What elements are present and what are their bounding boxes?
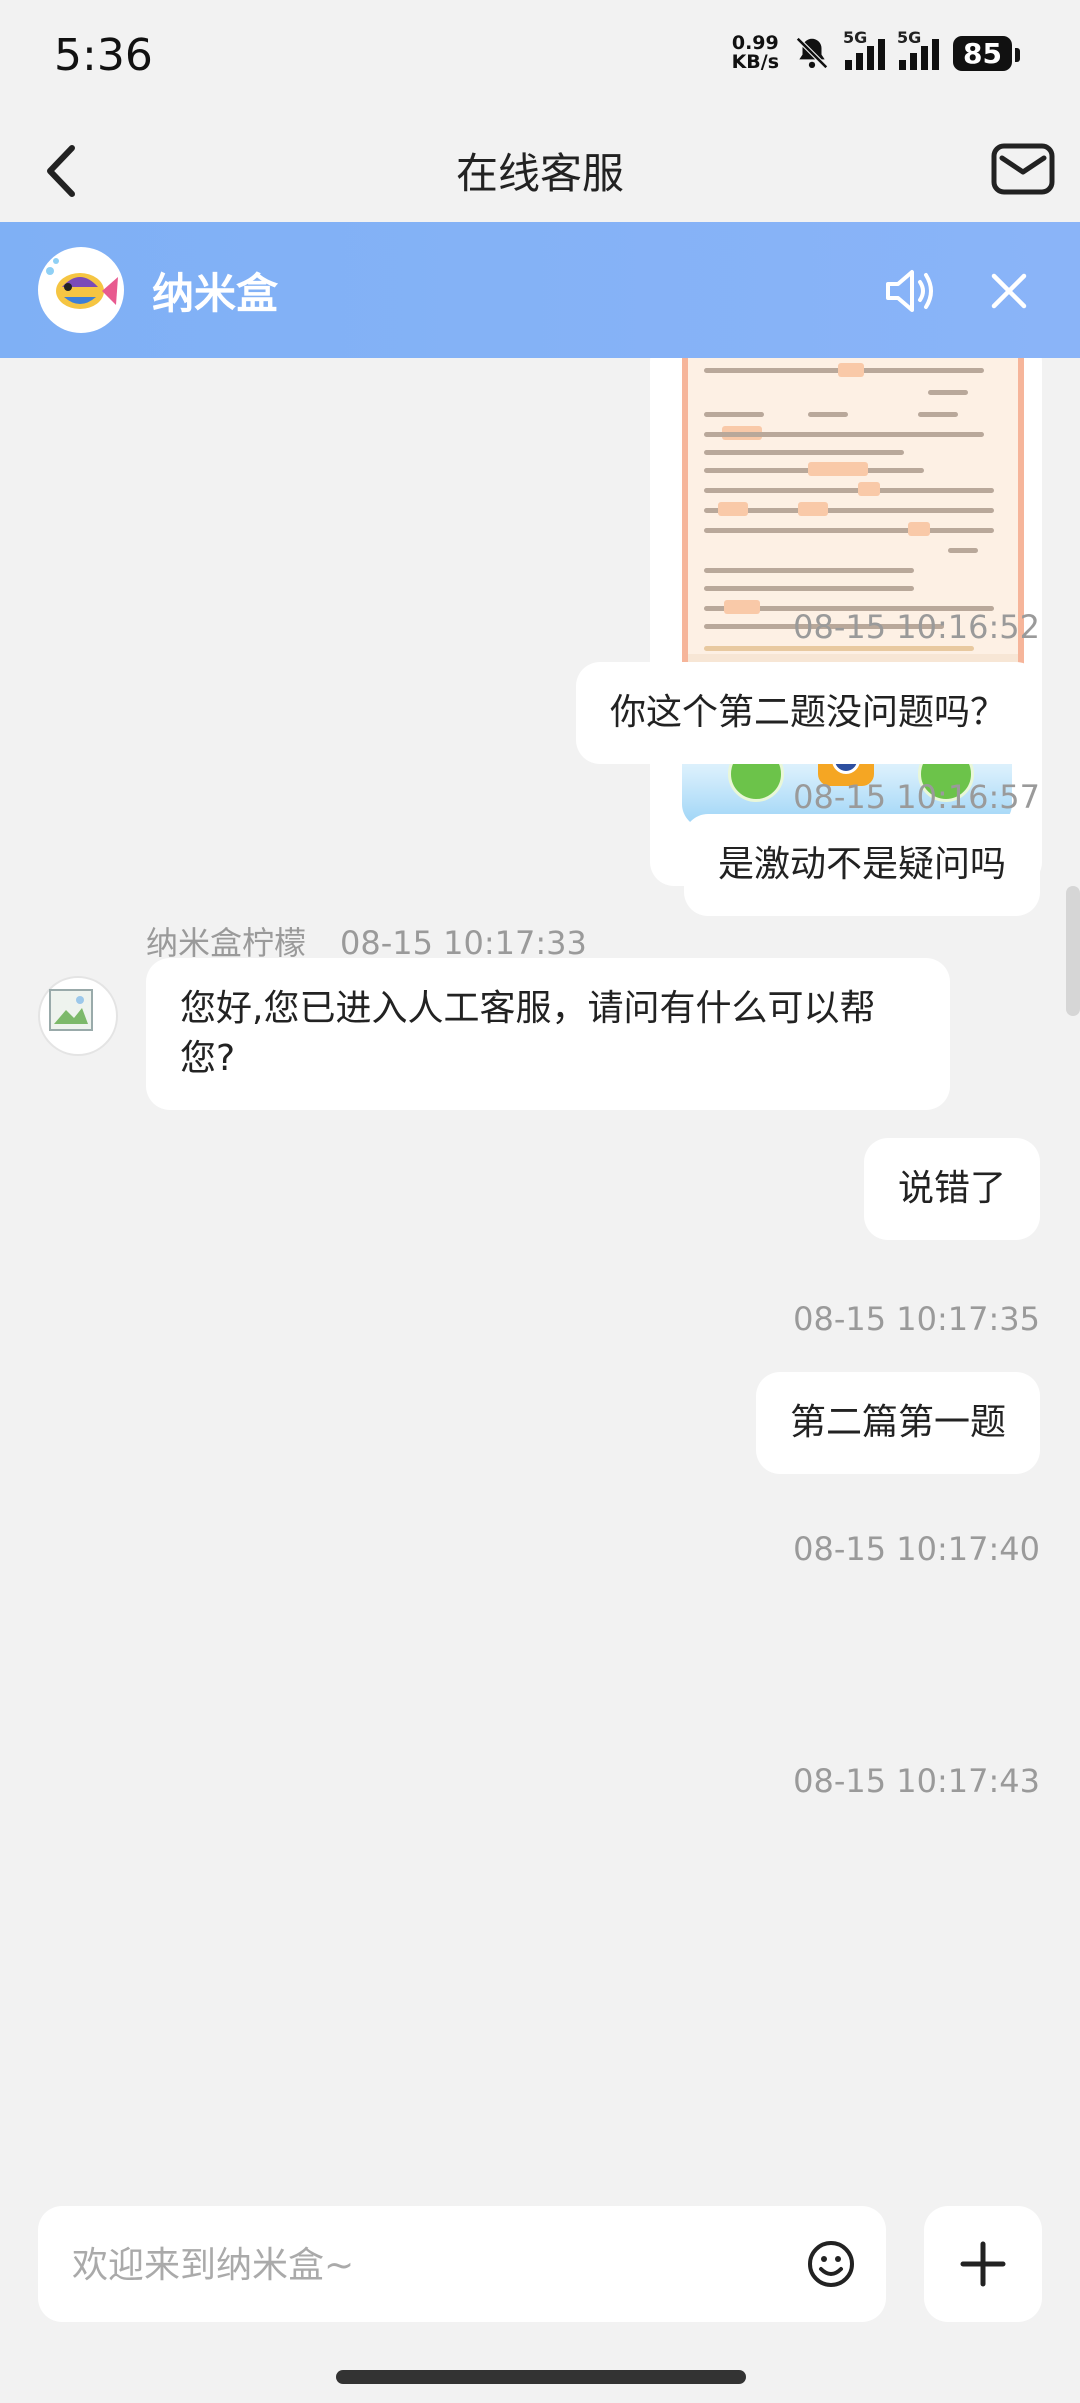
more-options-button[interactable] bbox=[924, 2206, 1042, 2322]
brand-banner: 纳米盒 bbox=[0, 222, 1080, 358]
outgoing-message[interactable]: 是激动不是疑问吗 bbox=[683, 814, 1040, 916]
agent-avatar[interactable] bbox=[38, 976, 118, 1056]
message-input-container bbox=[38, 2206, 886, 2322]
message-timestamp: 08-15 10:16:57 bbox=[793, 778, 1040, 816]
emoji-button[interactable] bbox=[806, 2239, 856, 2289]
signal-icon: 5G bbox=[843, 28, 886, 70]
mail-icon bbox=[991, 143, 1055, 195]
messages-button[interactable] bbox=[988, 134, 1058, 204]
agent-name: 纳米盒柠檬 bbox=[146, 924, 307, 962]
chat-thread[interactable]: 08-15 10:16:52 你这个第二题没问题吗？ 08-15 10:16:5… bbox=[0, 358, 1080, 2188]
close-banner-button[interactable] bbox=[978, 260, 1040, 322]
message-timestamp: 08-15 10:16:52 bbox=[793, 608, 1040, 646]
incoming-message[interactable]: 您好,您已进入人工客服，请问有什么可以帮您? bbox=[146, 958, 950, 1110]
sound-toggle-button[interactable] bbox=[878, 260, 940, 322]
mute-icon bbox=[796, 37, 828, 69]
message-timestamp: 08-15 10:17:40 bbox=[793, 1530, 1040, 1568]
battery-indicator: 85 bbox=[953, 35, 1020, 71]
message-input[interactable] bbox=[70, 2234, 774, 2296]
smiley-icon bbox=[808, 2241, 854, 2287]
message-timestamp: 08-15 10:17:43 bbox=[793, 1762, 1040, 1800]
broken-image-icon bbox=[49, 989, 93, 1031]
title-bar: 在线客服 bbox=[0, 120, 1080, 222]
speaker-icon bbox=[886, 270, 933, 312]
close-icon bbox=[991, 273, 1027, 309]
brand-avatar bbox=[38, 247, 124, 333]
home-indicator[interactable] bbox=[336, 2370, 746, 2384]
fish-logo-icon bbox=[46, 258, 118, 309]
message-timestamp: 08-15 10:17:33 bbox=[340, 924, 587, 962]
outgoing-message[interactable]: 说错了 bbox=[863, 1138, 1040, 1240]
status-time: 5:36 bbox=[54, 30, 153, 81]
signal-icon: 5G bbox=[897, 28, 940, 70]
outgoing-message[interactable]: 第二篇第一题 bbox=[755, 1372, 1040, 1474]
message-timestamp: 08-15 10:17:35 bbox=[793, 1300, 1040, 1338]
outgoing-message[interactable]: 你这个第二题没问题吗？ bbox=[575, 662, 1040, 764]
status-icons: 0.99 KB/s 5G 5G 85 bbox=[731, 28, 1020, 73]
network-speed: 0.99 KB/s bbox=[731, 32, 780, 73]
status-bar: 5:36 0.99 KB/s 5G 5G 85 bbox=[0, 0, 1080, 120]
plus-icon bbox=[960, 2241, 1006, 2287]
brand-name: 纳米盒 bbox=[152, 269, 279, 318]
page-title: 在线客服 bbox=[455, 149, 624, 198]
scrollbar[interactable] bbox=[1066, 886, 1080, 1016]
